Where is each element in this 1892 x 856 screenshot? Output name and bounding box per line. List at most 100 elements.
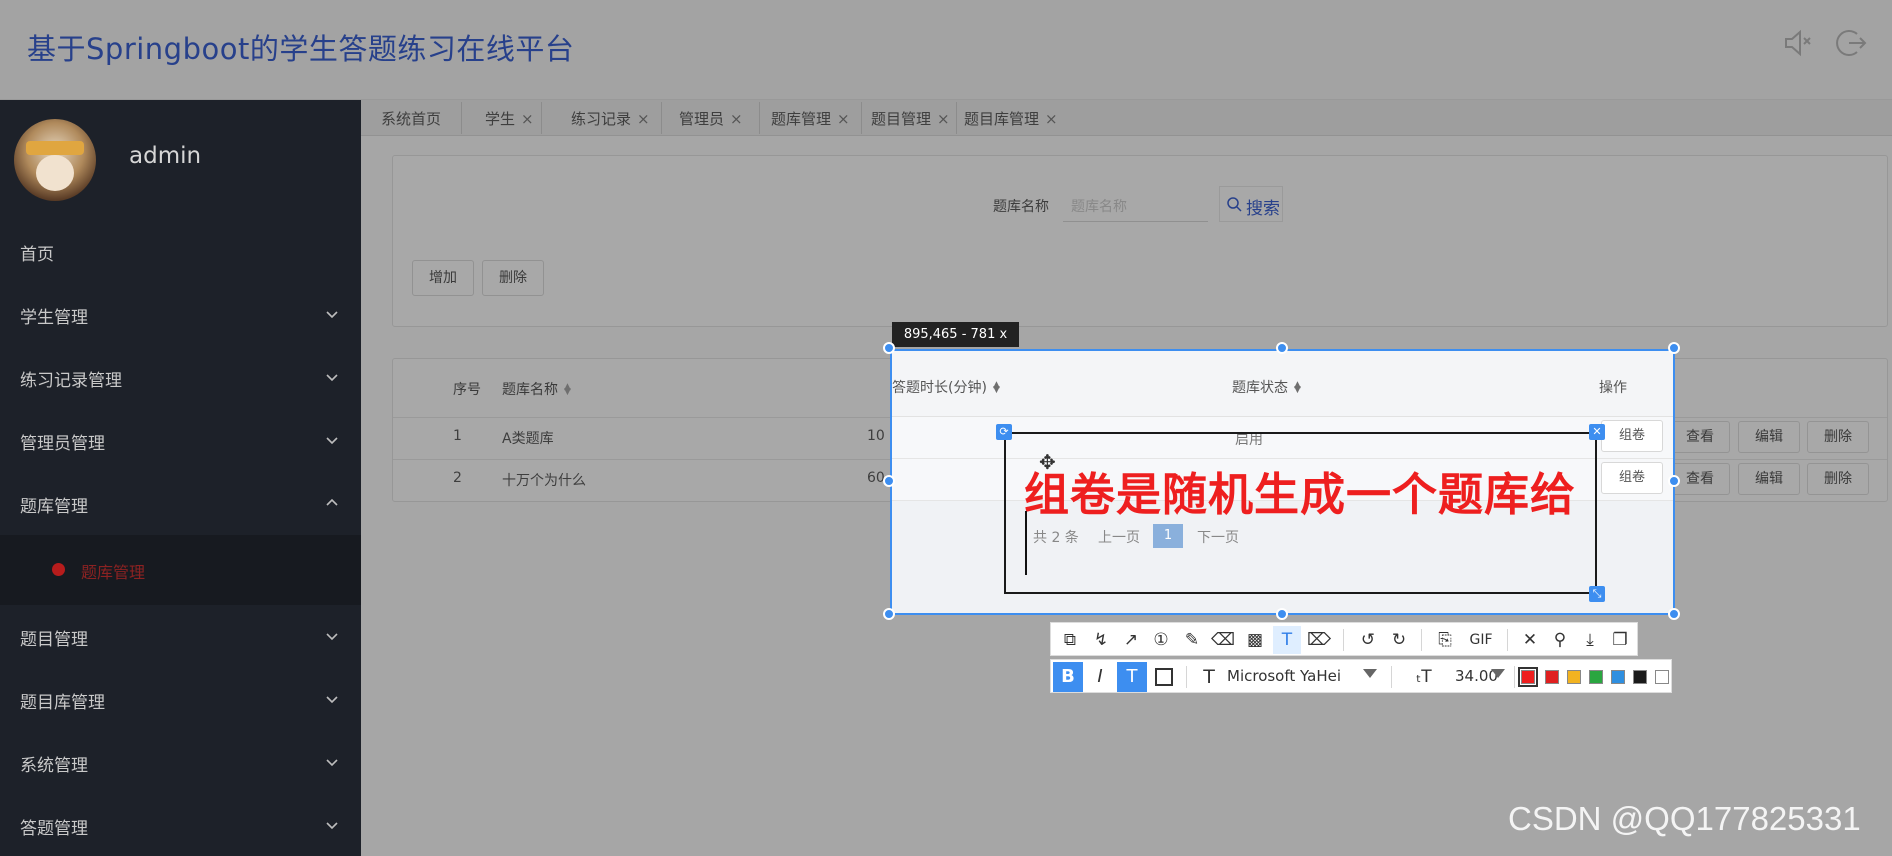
chevron-down-icon: [326, 437, 338, 445]
delete-row-button[interactable]: 删除: [1807, 463, 1869, 495]
view-button[interactable]: 查看: [1670, 421, 1730, 453]
edit-button[interactable]: 编辑: [1738, 421, 1800, 453]
text-icon[interactable]: T: [1273, 626, 1301, 654]
redo-icon[interactable]: ↻: [1385, 626, 1413, 654]
color-swatch-blue[interactable]: [1611, 670, 1625, 684]
close-icon[interactable]: ×: [521, 110, 534, 128]
cell-name: 十万个为什么: [502, 473, 586, 489]
sidebar-item-questions[interactable]: 题目管理: [0, 605, 361, 668]
compose-paper-button[interactable]: 组卷: [1601, 420, 1663, 452]
resize-handle[interactable]: [883, 475, 895, 487]
color-swatch-red[interactable]: [1545, 670, 1559, 684]
resize-handle[interactable]: [1668, 342, 1680, 354]
sidebar-item-admins[interactable]: 管理员管理: [0, 409, 361, 472]
close-icon[interactable]: ×: [637, 110, 650, 128]
color-swatch-green[interactable]: [1589, 670, 1603, 684]
close-icon[interactable]: ×: [837, 110, 850, 128]
ocr-icon[interactable]: ⎘: [1431, 626, 1459, 654]
eraser-icon[interactable]: ⌦: [1305, 626, 1333, 654]
sidebar-subitem-label: 题库管理: [81, 563, 146, 582]
color-swatch-yellow[interactable]: [1567, 670, 1581, 684]
rotate-icon[interactable]: ⟳: [996, 424, 1012, 440]
chevron-down-icon: [326, 822, 338, 830]
marker-icon[interactable]: ⌫: [1209, 626, 1237, 654]
chevron-down-icon[interactable]: [1363, 669, 1377, 678]
add-button[interactable]: 增加: [412, 260, 474, 296]
column-header-status[interactable]: 题库状态 ▲ ▼: [1232, 377, 1301, 397]
tab-students[interactable]: 学生 ×: [485, 108, 534, 129]
background-toggle[interactable]: [1149, 662, 1179, 692]
mosaic-icon[interactable]: ▩: [1241, 626, 1269, 654]
tab-question-banks[interactable]: 题库管理 ×: [771, 108, 850, 129]
bold-toggle[interactable]: B: [1053, 662, 1083, 692]
resize-handle[interactable]: [1276, 342, 1288, 354]
color-swatch-white[interactable]: [1655, 670, 1669, 684]
resize-icon[interactable]: ⤡: [1589, 586, 1605, 602]
pin-icon[interactable]: ⚲: [1546, 626, 1574, 654]
sidebar-item-question-library[interactable]: 题目库管理: [0, 668, 361, 731]
chevron-down-icon[interactable]: [1491, 669, 1505, 678]
sidebar-item-label: 首页: [20, 245, 54, 265]
resize-handle[interactable]: [1276, 608, 1288, 620]
cell-index: 2: [453, 470, 462, 486]
tab-practice-records[interactable]: 练习记录 ×: [571, 108, 650, 129]
sidebar-item-home[interactable]: 首页: [0, 220, 361, 283]
sort-icon: ▲ ▼: [564, 382, 571, 397]
tab-questions[interactable]: 题目管理 ×: [871, 108, 950, 129]
tab-question-library[interactable]: 题目库管理 ×: [964, 108, 1058, 129]
close-icon[interactable]: ×: [1045, 110, 1058, 128]
sidebar-item-answers[interactable]: 答题管理: [0, 794, 361, 856]
search-label: 题库名称: [993, 199, 1049, 215]
close-icon[interactable]: ×: [937, 110, 950, 128]
column-header-name[interactable]: 题库名称 ▲ ▼: [502, 379, 571, 399]
outline-text-toggle[interactable]: T: [1117, 662, 1147, 692]
tab-admins[interactable]: 管理员 ×: [679, 108, 743, 129]
resize-handle[interactable]: [1668, 608, 1680, 620]
delete-button[interactable]: 删除: [482, 260, 544, 296]
sidebar-item-practice-records[interactable]: 练习记录管理: [0, 346, 361, 409]
annotation-text[interactable]: 组卷是随机生成一个题库给: [1024, 458, 1576, 523]
sidebar-item-students[interactable]: 学生管理: [0, 283, 361, 346]
resize-handle[interactable]: [883, 342, 895, 354]
text-caret: [1025, 511, 1027, 575]
speaker-icon[interactable]: [1780, 26, 1814, 60]
sidebar-item-question-banks[interactable]: 题库管理: [0, 472, 361, 535]
color-swatch-black[interactable]: [1633, 670, 1647, 684]
copy-icon[interactable]: ❐: [1606, 626, 1634, 654]
search-input[interactable]: 题库名称: [1063, 188, 1208, 222]
sidebar-subitem-question-bank-management[interactable]: 题库管理: [0, 535, 361, 605]
delete-row-button[interactable]: 删除: [1807, 421, 1869, 453]
gif-icon[interactable]: GIF: [1463, 626, 1499, 654]
pencil-icon[interactable]: ✎: [1178, 626, 1206, 654]
search-button-label: 搜索: [1246, 199, 1280, 219]
close-icon[interactable]: ✕: [1589, 424, 1605, 440]
close-icon[interactable]: ×: [730, 110, 743, 128]
chevron-down-icon: [326, 374, 338, 382]
logout-icon[interactable]: [1835, 26, 1869, 60]
top-header: 基于Springboot的学生答题练习在线平台: [0, 0, 1892, 100]
curve-arrow-icon[interactable]: ↯: [1087, 626, 1115, 654]
close-icon[interactable]: ✕: [1516, 626, 1544, 654]
compose-paper-button[interactable]: 组卷: [1601, 462, 1663, 494]
sidebar-item-system[interactable]: 系统管理: [0, 731, 361, 794]
undo-icon[interactable]: ↺: [1354, 626, 1382, 654]
search-button[interactable]: 搜索: [1219, 186, 1283, 222]
sidebar: admin 首页 学生管理 练习记录管理 管理员管理 题库管理 题库管理 题目管…: [0, 100, 361, 856]
color-swatch-selected[interactable]: [1518, 667, 1538, 687]
watermark-text: CSDN @QQ177825331: [1508, 800, 1861, 837]
number-icon[interactable]: ①: [1147, 626, 1175, 654]
resize-handle[interactable]: [883, 608, 895, 620]
annotate-toolbar: ⧉ ↯ ↗ ① ✎ ⌫ ▩ T ⌦ ↺ ↻ ⎘ GIF ✕ ⚲ ⤓ ❐: [1050, 622, 1638, 656]
tab-home[interactable]: 系统首页: [381, 108, 441, 129]
shape-icon[interactable]: ⧉: [1056, 626, 1084, 654]
font-name-select[interactable]: Microsoft YaHei: [1227, 667, 1341, 685]
column-header-index: 序号: [453, 382, 481, 398]
italic-toggle[interactable]: I: [1085, 662, 1115, 692]
resize-handle[interactable]: [1668, 475, 1680, 487]
cell-name: A类题库: [502, 431, 554, 447]
arrow-icon[interactable]: ↗: [1117, 626, 1145, 654]
avatar[interactable]: [14, 119, 96, 201]
download-icon[interactable]: ⤓: [1576, 626, 1604, 654]
edit-button[interactable]: 编辑: [1738, 463, 1800, 495]
column-header-duration[interactable]: 答题时长(分钟) ▲ ▼: [892, 377, 1000, 397]
